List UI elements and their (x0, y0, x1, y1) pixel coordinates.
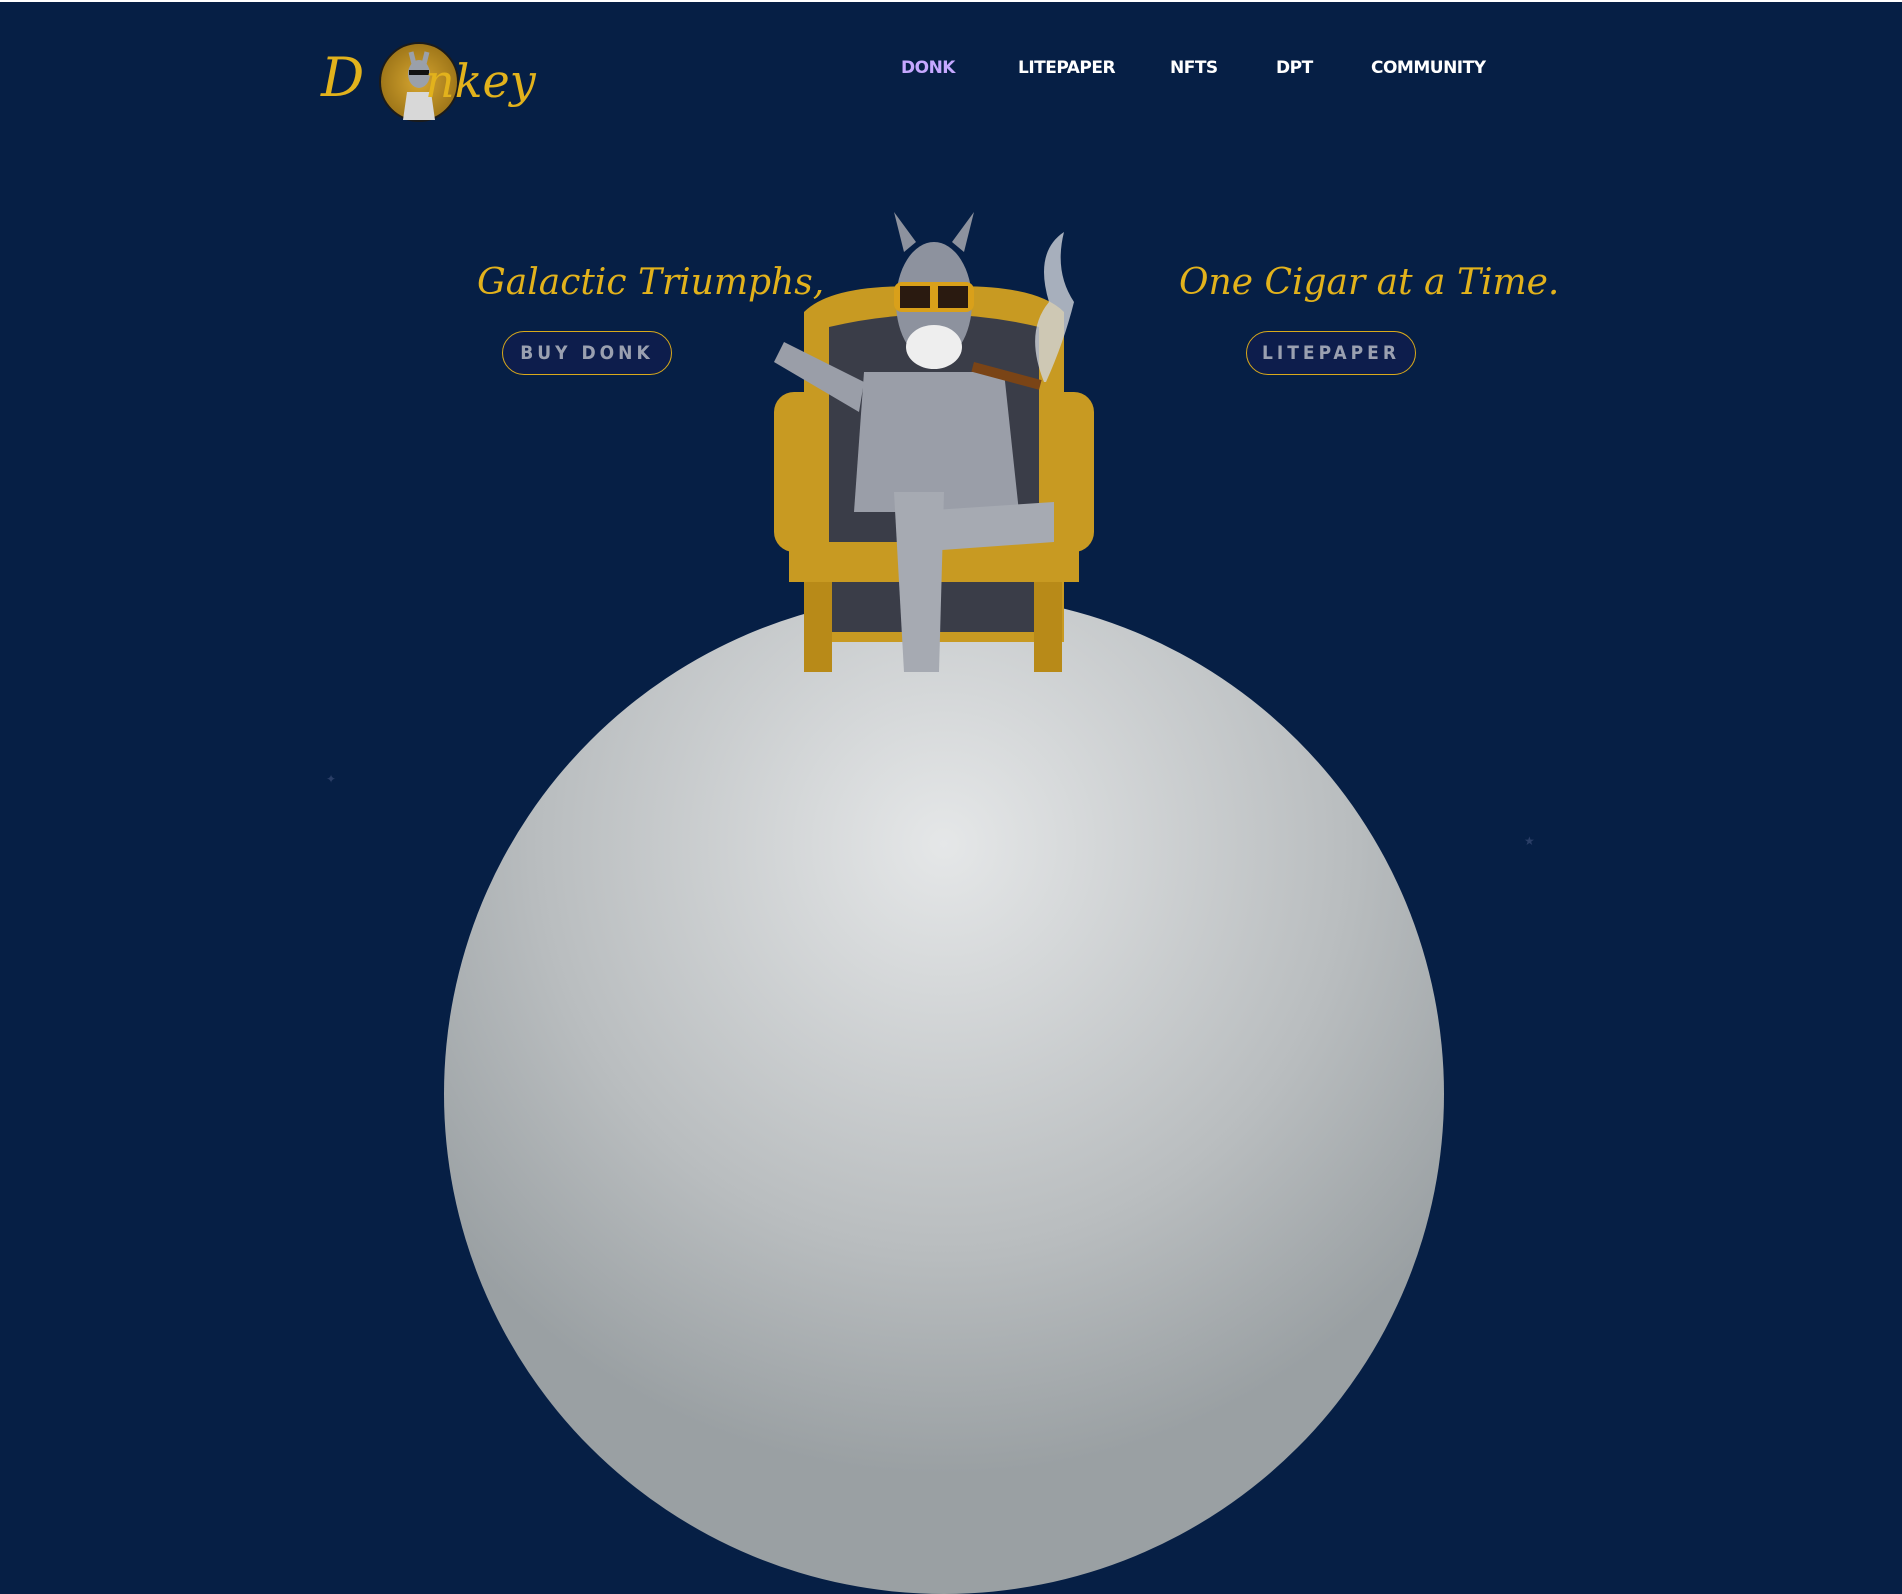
star-icon: ✦ (326, 772, 337, 786)
nav-nfts[interactable]: NFTS (1170, 58, 1218, 78)
buy-donk-button[interactable]: BUY DONK (502, 331, 672, 375)
nav-community[interactable]: COMMUNITY (1371, 58, 1486, 78)
top-border (0, 0, 1902, 2)
nav-dpt[interactable]: DPT (1276, 58, 1313, 78)
moon-image (444, 594, 1444, 1594)
logo[interactable]: D nkey (321, 42, 541, 122)
nav-litepaper[interactable]: LITEPAPER (1018, 58, 1116, 78)
star-icon: ★ (1524, 834, 1535, 848)
tagline-right: One Cigar at a Time. (1179, 262, 1560, 303)
nav-donk[interactable]: DONK (901, 58, 955, 78)
logo-text-d: D (321, 46, 365, 109)
logo-text-nkey: nkey (425, 54, 536, 108)
tagline-left: Galactic Triumphs, (477, 262, 825, 303)
litepaper-button[interactable]: LITEPAPER (1246, 331, 1416, 375)
